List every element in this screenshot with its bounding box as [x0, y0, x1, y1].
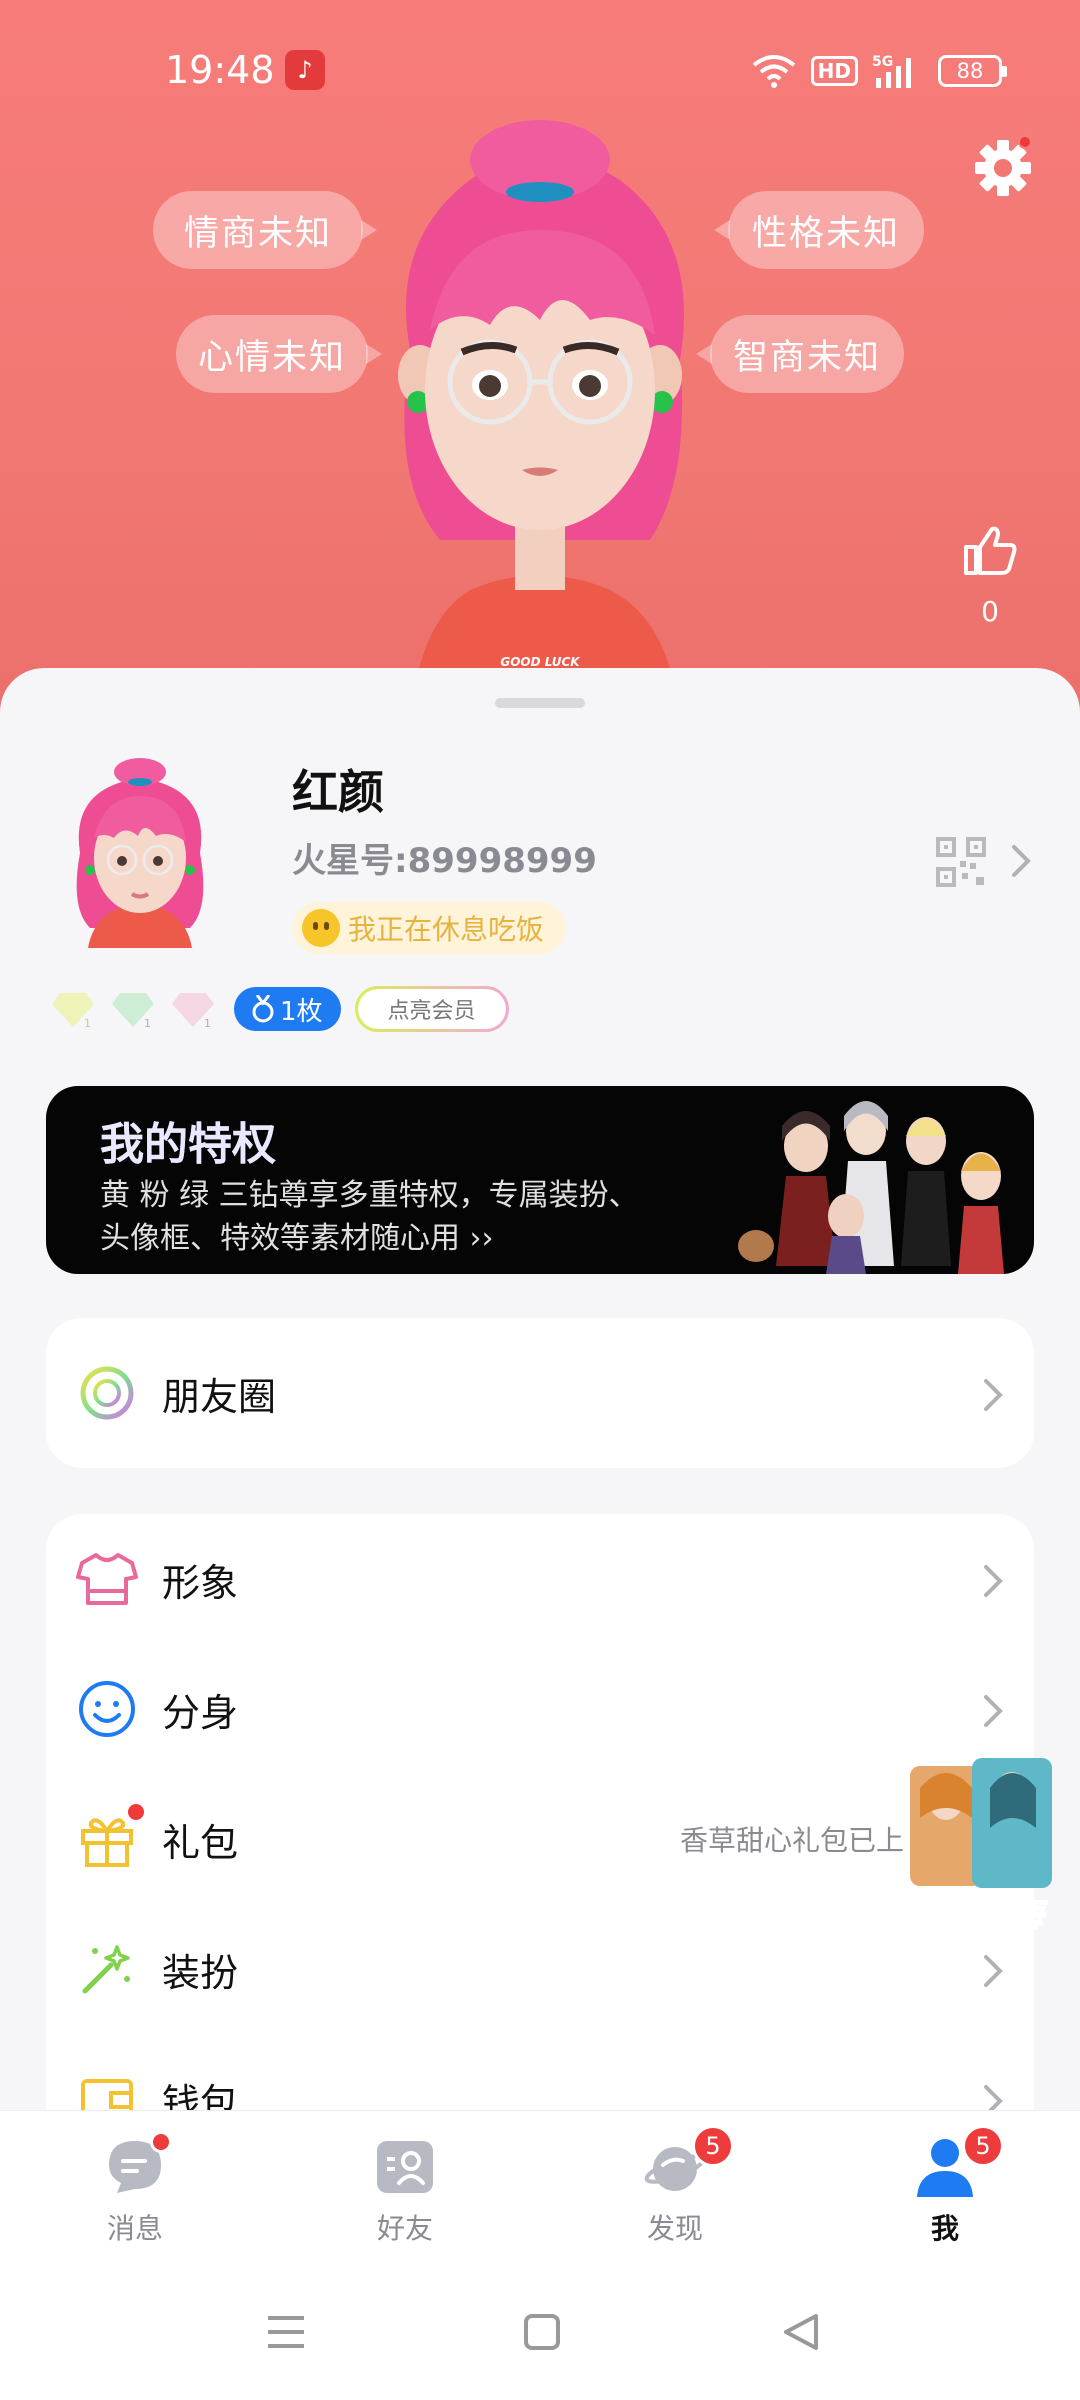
menu-label-moments: 朋友圈 — [162, 1374, 277, 1419]
mood-bubble[interactable]: 心情未知 — [176, 315, 382, 393]
system-nav-bar — [0, 2260, 1080, 2400]
chevron-right-icon — [984, 1955, 1003, 1987]
messages-notification-dot — [150, 2131, 172, 2153]
green-diamond-icon[interactable]: 1 — [110, 989, 156, 1029]
user-id: 火星号:89998999 — [292, 841, 597, 881]
moments-card: 朋友圈 — [46, 1318, 1034, 1468]
menu-row-avatar-look[interactable]: 形象 — [46, 1514, 1034, 1644]
privilege-characters-image — [738, 1101, 1004, 1274]
chevron-right-icon — [984, 1379, 1003, 1411]
gift-promo-text: 香草甜心礼包已上 — [679, 1824, 904, 1857]
personality-bubble-label: 性格未知 — [751, 213, 900, 254]
menu-label: 礼包 — [162, 1820, 239, 1865]
privilege-description: 黄 粉 绿 三钻尊享多重特权，专属装扮、头像框、特效等素材随心用 ›› — [100, 1178, 639, 1256]
pink-diamond-icon[interactable]: 1 — [170, 989, 216, 1029]
svg-text:1: 1 — [84, 1017, 91, 1029]
music-app-icon: ♪ — [285, 50, 325, 90]
medal-badge[interactable]: 1枚 — [234, 987, 341, 1031]
menu-row-clone[interactable]: 分身 — [46, 1644, 1034, 1774]
medal-icon — [252, 995, 274, 1023]
svg-text:1: 1 — [204, 1017, 211, 1029]
home-icon[interactable] — [518, 2308, 566, 2356]
tab-label: 发现 — [646, 2212, 703, 2245]
moments-icon — [76, 1362, 138, 1424]
thumbs-up-icon — [964, 526, 1017, 575]
cellular-signal-icon: 5G — [872, 54, 911, 88]
activate-vip-button[interactable]: 点亮会员 — [354, 986, 509, 1032]
chevron-right-icon[interactable] — [1010, 843, 1032, 879]
sheet-drag-handle[interactable] — [495, 698, 585, 708]
settings-button[interactable] — [970, 135, 1036, 201]
user-status[interactable]: 我正在休息吃饭 — [292, 902, 567, 954]
tshirt-icon — [76, 1548, 138, 1610]
mood-bubble-label: 心情未知 — [197, 337, 346, 378]
privilege-banner[interactable]: 我的特权 黄 粉 绿 三钻尊享多重特权，专属装扮、头像框、特效等素材随心用 ›› — [46, 1086, 1034, 1274]
floating-game-title: 灵犀山海 — [907, 1895, 1048, 1935]
back-icon[interactable] — [778, 2308, 826, 2356]
vip-label: 点亮会员 — [387, 999, 476, 1024]
privilege-title: 我的特权 — [100, 1108, 276, 1172]
tab-label: 消息 — [106, 2212, 163, 2245]
menu-icon[interactable] — [262, 2308, 310, 2356]
tab-discover[interactable]: 5 发现 — [540, 2111, 810, 2261]
menu-label: 分身 — [162, 1690, 239, 1735]
discover-badge: 5 — [692, 2125, 734, 2167]
chevron-right-icon — [984, 1565, 1003, 1597]
nickname: 红颜 — [292, 765, 384, 819]
svg-text:1: 1 — [144, 1017, 151, 1029]
floating-game-ad[interactable]: 灵犀山海 — [880, 1758, 1070, 1948]
user-status-text: 我正在休息吃饭 — [348, 913, 545, 946]
hd-icon: HD — [810, 56, 858, 86]
magic-wand-icon — [76, 1938, 138, 2000]
like-button[interactable]: 0 — [955, 525, 1025, 628]
avatar-figure[interactable]: GOOD LUCK — [350, 120, 730, 720]
menu-label: 装扮 — [162, 1950, 239, 1995]
iq-bubble-label: 智商未知 — [732, 337, 881, 378]
menu-label: 形象 — [162, 1560, 239, 1605]
contacts-icon — [377, 2141, 433, 2193]
tab-label: 好友 — [376, 2212, 433, 2245]
qr-code-icon[interactable] — [935, 836, 987, 888]
tab-messages[interactable]: 消息 — [0, 2111, 270, 2261]
tab-friends[interactable]: 好友 — [270, 2111, 540, 2261]
gift-icon — [76, 1804, 144, 1870]
like-count: 0 — [981, 595, 999, 628]
tab-me[interactable]: 5 我 — [810, 2111, 1080, 2261]
tab-label: 我 — [930, 2212, 959, 2245]
avatar-shirt-text: GOOD LUCK — [500, 655, 581, 669]
neutral-face-icon — [302, 909, 340, 947]
battery-indicator: 88 — [938, 55, 1007, 87]
smiley-icon — [76, 1678, 138, 1740]
gift-notification-dot — [128, 1804, 144, 1820]
badge-row: 1 1 1 1枚 点亮会员 — [50, 986, 509, 1032]
wifi-icon — [752, 55, 795, 88]
me-badge: 5 — [962, 2125, 1004, 2167]
eq-bubble[interactable]: 情商未知 — [153, 191, 377, 269]
menu-row-moments[interactable]: 朋友圈 — [46, 1318, 1034, 1468]
profile-hero: 19:48 ♪ HD 5G 88 情商未知 性格未知 心情未知 智商未知 GOO… — [0, 0, 1080, 720]
settings-notification-dot — [1018, 135, 1032, 149]
bottom-tab-bar: 消息 好友 5 发现 5 我 — [0, 2110, 1080, 2260]
status-time: 19:48 — [165, 48, 275, 92]
personality-bubble[interactable]: 性格未知 — [714, 191, 924, 269]
eq-bubble-label: 情商未知 — [183, 213, 332, 254]
chevron-right-icon — [984, 1695, 1003, 1727]
iq-bubble[interactable]: 智商未知 — [696, 315, 904, 393]
yellow-diamond-icon[interactable]: 1 — [50, 989, 96, 1029]
status-bar: 19:48 ♪ HD 5G 88 — [0, 0, 1080, 140]
svg-text:5G: 5G — [872, 54, 893, 70]
status-icons: HD 5G 88 — [751, 52, 1007, 90]
medal-count: 1枚 — [280, 996, 323, 1027]
profile-avatar[interactable] — [60, 758, 220, 948]
